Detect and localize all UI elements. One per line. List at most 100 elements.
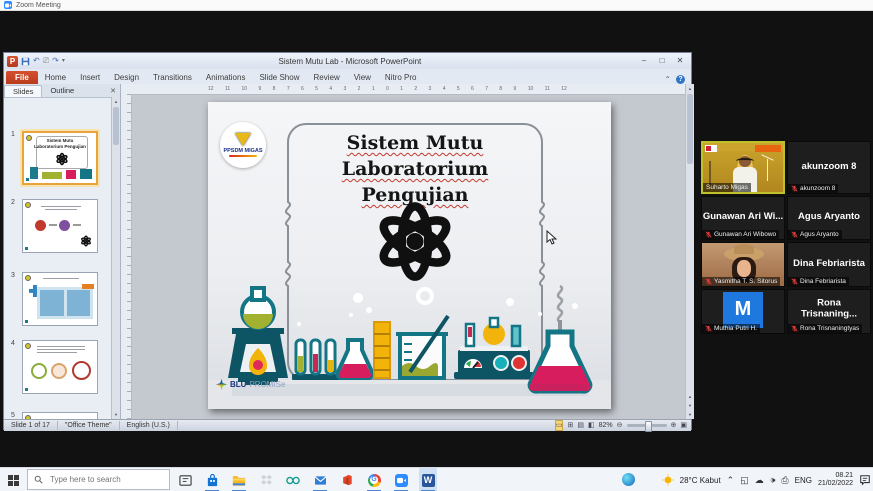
participant-tile-dina[interactable]: Dina Febriarista Dina Febriarista bbox=[787, 242, 871, 287]
panel-scroll-thumb[interactable] bbox=[113, 107, 119, 145]
blu-pinwheel-icon bbox=[216, 379, 227, 390]
slide-thumbnail-2[interactable]: 2 bbox=[6, 199, 98, 253]
zoom-in-icon[interactable]: ⊕ bbox=[671, 421, 677, 430]
edge-icon[interactable] bbox=[622, 473, 635, 491]
participant-video-suharto-migas[interactable]: Suharto Migas bbox=[701, 141, 785, 194]
action-center-icon[interactable] bbox=[859, 474, 871, 486]
participant-tile-muthia[interactable]: M Muthia Putri H. bbox=[701, 289, 785, 334]
tab-design[interactable]: Design bbox=[107, 71, 146, 84]
scroll-up-icon[interactable]: ▲ bbox=[112, 97, 120, 106]
tab-slide-show[interactable]: Slide Show bbox=[252, 71, 306, 84]
thumb-blu-dot bbox=[26, 178, 29, 181]
panel-scrollbar[interactable]: ▲ ▼ bbox=[111, 97, 120, 419]
dropbox-icon[interactable] bbox=[257, 468, 275, 491]
volume-icon[interactable]: 🕩 bbox=[770, 475, 776, 486]
app-tray-icon[interactable]: ◱ bbox=[740, 475, 749, 486]
slide-thumbnail-1[interactable]: 1 Sistem Mutu Laboratorium Pengujian bbox=[6, 131, 98, 185]
participant-tile-rona[interactable]: Rona Trisnaning... Rona Trisnaningtyas bbox=[787, 289, 871, 334]
tab-home[interactable]: Home bbox=[38, 71, 73, 84]
file-explorer-icon[interactable] bbox=[230, 468, 248, 491]
fit-to-window-icon[interactable]: ▣ bbox=[680, 421, 687, 430]
scroll-down-icon[interactable]: ▼ bbox=[686, 410, 694, 419]
tray-expand-icon[interactable]: ⌃ bbox=[727, 475, 735, 486]
atom-mini-icon bbox=[56, 152, 68, 166]
tab-view[interactable]: View bbox=[347, 71, 378, 84]
zoom-taskbar-icon[interactable] bbox=[392, 468, 410, 491]
weather-text[interactable]: 28°C Kabut bbox=[680, 476, 721, 485]
mail-icon[interactable] bbox=[311, 468, 329, 491]
thumbnail-5-preview[interactable] bbox=[22, 412, 98, 419]
office-icon[interactable] bbox=[338, 468, 356, 491]
zoom-slider-knob[interactable] bbox=[644, 421, 652, 432]
normal-view-button[interactable]: ▭ bbox=[554, 420, 564, 431]
minimize-button[interactable]: – bbox=[635, 55, 653, 67]
panel-tabs: Slides Outline ✕ bbox=[4, 84, 120, 98]
tab-review[interactable]: Review bbox=[306, 71, 346, 84]
panel-tab-outline[interactable]: Outline bbox=[42, 85, 82, 96]
participant-tile-gunawan[interactable]: Gunawan Ari Wi... Gunawan Ari Wibowo bbox=[701, 196, 785, 240]
atom-icon bbox=[379, 202, 451, 281]
word-icon[interactable]: W bbox=[419, 468, 437, 491]
slide-canvas[interactable]: PPSDM MIGAS Sistem Mutu Laboratorium Pen… bbox=[208, 102, 611, 409]
slide-show-button[interactable]: ◧ bbox=[588, 421, 595, 430]
onedrive-icon[interactable]: ☁ bbox=[755, 475, 764, 486]
tab-transitions[interactable]: Transitions bbox=[146, 71, 199, 84]
ribbon-tab-bar: File Home Insert Design Transitions Anim… bbox=[4, 69, 691, 85]
maximize-button[interactable]: □ bbox=[653, 55, 671, 67]
save-icon[interactable] bbox=[21, 57, 30, 66]
participant-tile-akunzoom-8[interactable]: akunzoom 8 akunzoom 8 bbox=[787, 141, 871, 194]
tab-animations[interactable]: Animations bbox=[199, 71, 253, 84]
thumbnail-4-preview[interactable] bbox=[22, 340, 98, 394]
previous-slide-icon[interactable]: ▲ bbox=[686, 392, 694, 401]
ribbon-collapse-icon[interactable]: ⌃ bbox=[664, 75, 671, 84]
mouse-cursor bbox=[546, 230, 557, 245]
time: 08.21 bbox=[835, 472, 853, 479]
weather-icon bbox=[662, 474, 674, 486]
slide-editing-area: 12 11 10 9 8 7 6 5 4 3 2 1 0 1 2 3 4 5 6… bbox=[121, 84, 685, 419]
zoom-slider[interactable] bbox=[626, 421, 667, 432]
close-button[interactable]: ✕ bbox=[671, 55, 689, 67]
theme-indicator[interactable]: "Office Theme" bbox=[58, 421, 120, 430]
participant-display-name: akunzoom 8 bbox=[801, 160, 857, 172]
main-scrollbar[interactable]: ▲ ▲ ▼ ▼ bbox=[685, 84, 694, 419]
next-slide-icon[interactable]: ▼ bbox=[686, 401, 694, 410]
panel-tab-slides[interactable]: Slides bbox=[4, 84, 43, 97]
zoom-out-icon[interactable]: ⊖ bbox=[617, 421, 623, 430]
start-button[interactable] bbox=[0, 468, 26, 491]
participant-tile-agus[interactable]: Agus Aryanto Agus Aryanto bbox=[787, 196, 871, 240]
chrome-icon[interactable]: G bbox=[365, 468, 383, 491]
tab-nitro-pro[interactable]: Nitro Pro bbox=[378, 71, 424, 84]
taskbar-search[interactable] bbox=[27, 469, 170, 490]
slide-thumbnail-3[interactable]: 3 bbox=[6, 272, 98, 326]
participant-display-name: Dina Febriarista bbox=[793, 257, 865, 269]
ppsdm-migas-logo: PPSDM MIGAS bbox=[220, 122, 266, 168]
search-input[interactable] bbox=[48, 474, 162, 485]
slide-sorter-view-button[interactable]: ⊞ bbox=[567, 421, 573, 430]
clock[interactable]: 08.21 21/02/2022 bbox=[818, 472, 853, 488]
scroll-down-icon[interactable]: ▼ bbox=[112, 410, 120, 419]
reading-view-button[interactable]: ▤ bbox=[577, 421, 584, 430]
panel-close-icon[interactable]: ✕ bbox=[110, 87, 120, 95]
tab-file[interactable]: File bbox=[6, 71, 38, 84]
network-icon[interactable]: ⎙ bbox=[781, 475, 788, 486]
tab-insert[interactable]: Insert bbox=[73, 71, 107, 84]
participant-video-yasmitha[interactable]: Yasmitha T. S. Sitorus bbox=[701, 242, 785, 287]
main-scroll-thumb[interactable] bbox=[687, 94, 693, 164]
horizontal-ruler: 12 11 10 9 8 7 6 5 4 3 2 1 0 1 2 3 4 5 6… bbox=[121, 84, 685, 95]
language-indicator[interactable]: English (U.S.) bbox=[120, 421, 178, 430]
participant-name-label: Dina Febriarista bbox=[788, 277, 849, 286]
slide-thumbnail-5[interactable]: 5 bbox=[6, 412, 98, 419]
infinity-app-icon[interactable] bbox=[284, 468, 302, 491]
thumbnail-3-preview[interactable] bbox=[22, 272, 98, 326]
thumbnail-2-preview[interactable] bbox=[22, 199, 98, 253]
scroll-up-icon[interactable]: ▲ bbox=[686, 84, 694, 93]
undo-icon[interactable]: ↶ bbox=[33, 56, 40, 66]
language-indicator[interactable]: ENG bbox=[795, 476, 812, 485]
print-preview-icon[interactable]: ⎚ bbox=[43, 56, 49, 66]
help-icon[interactable]: ? bbox=[676, 75, 685, 84]
task-view-icon[interactable] bbox=[176, 468, 194, 491]
thumbnail-1-preview[interactable]: Sistem Mutu Laboratorium Pengujian bbox=[22, 131, 98, 185]
microsoft-store-icon[interactable] bbox=[203, 468, 221, 491]
redo-icon[interactable]: ↷ bbox=[52, 56, 59, 66]
slide-thumbnail-4[interactable]: 4 bbox=[6, 340, 98, 394]
